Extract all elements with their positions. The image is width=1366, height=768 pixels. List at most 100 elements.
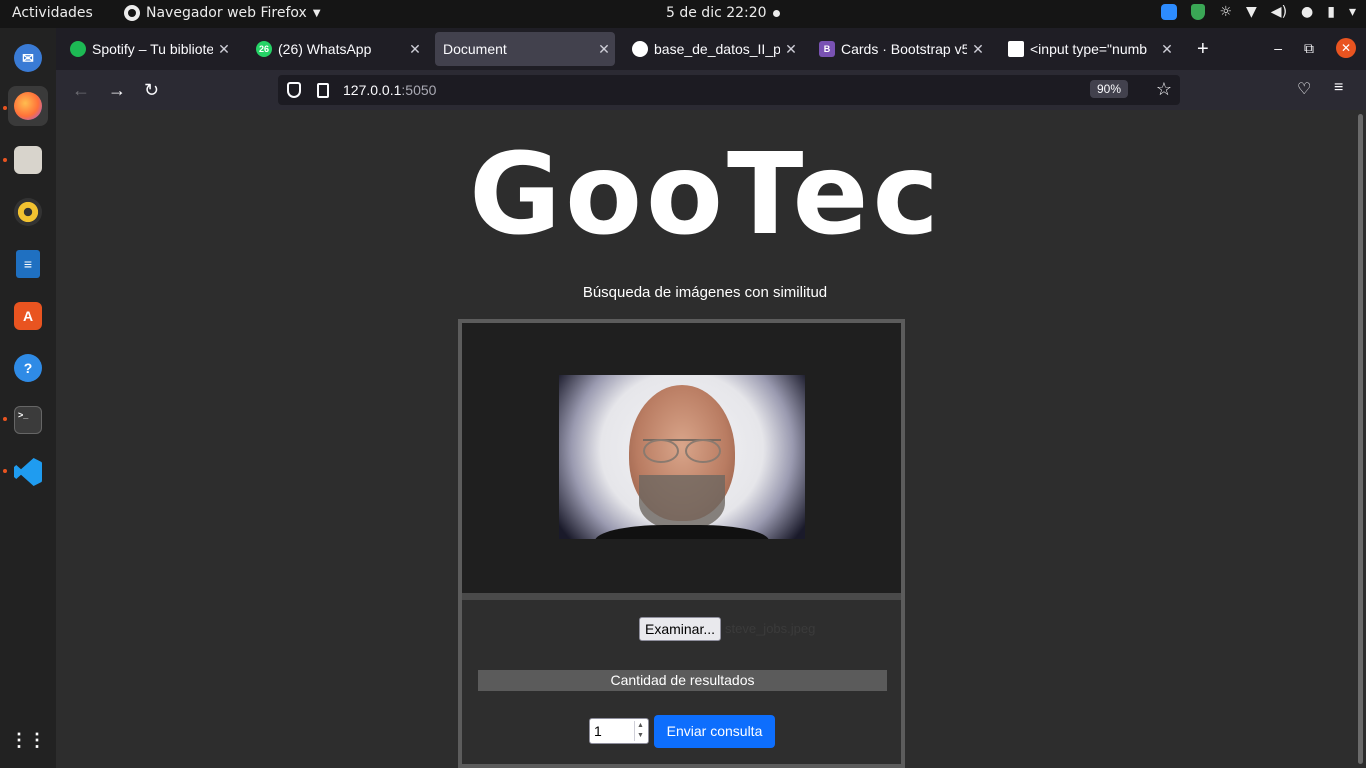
firefox-window: Spotify – Tu bibliote ✕ 26 (26) WhatsApp…: [56, 28, 1366, 768]
navigation-bar: ← → ↻ 127.0.0.1:5050 90% ☆ ♡ ≡: [56, 70, 1366, 110]
zoom-app-icon[interactable]: [1161, 4, 1178, 20]
results-count-label: Cantidad de resultados: [478, 670, 887, 691]
close-tab-icon[interactable]: ✕: [967, 41, 989, 58]
tab-bar: Spotify – Tu bibliote ✕ 26 (26) WhatsApp…: [56, 28, 1366, 70]
tab-whatsapp[interactable]: 26 (26) WhatsApp ✕: [246, 32, 426, 66]
running-indicator-icon: [3, 469, 7, 473]
ubuntu-dock: ✉ ≡ A ? >_ ⋮⋮: [0, 28, 56, 768]
tab-title: <input type="numb: [1030, 41, 1148, 57]
url-host: 127.0.0.1: [343, 82, 402, 98]
page-subtitle: Búsqueda de imágenes con similitud: [582, 284, 828, 301]
close-tab-icon[interactable]: ✕: [780, 41, 802, 58]
spotify-icon: [70, 41, 86, 57]
tab-title: Document: [443, 41, 507, 57]
app-menu-label: Navegador web Firefox: [146, 5, 307, 21]
hamburger-menu-icon[interactable]: ≡: [1334, 79, 1343, 97]
whatsapp-icon: 26: [256, 41, 272, 57]
gootec-logo: GooTec: [469, 130, 943, 260]
system-menu-chevron-icon[interactable]: ▾: [1349, 4, 1356, 20]
tab-spotify[interactable]: Spotify – Tu bibliote ✕: [60, 32, 235, 66]
running-indicator-icon: [3, 106, 7, 110]
volume-icon[interactable]: ◀): [1271, 4, 1287, 20]
portrait-beard: [639, 475, 725, 531]
image-preview-area: [462, 323, 901, 593]
reload-icon[interactable]: ↻: [144, 80, 159, 101]
maximize-icon[interactable]: ⧉: [1304, 40, 1314, 57]
uploaded-image-preview: [559, 375, 805, 539]
url-port: :5050: [401, 82, 437, 98]
dock-writer[interactable]: ≡: [8, 244, 48, 284]
results-quantity-input[interactable]: 1 ▲ ▼: [589, 718, 649, 744]
minimize-icon[interactable]: –: [1274, 40, 1282, 56]
bookmark-star-icon[interactable]: ☆: [1156, 79, 1172, 100]
rhythmbox-icon: [14, 198, 42, 226]
app-grid-icon: ⋮⋮: [10, 729, 46, 750]
page-info-icon[interactable]: [317, 82, 329, 98]
vscode-icon: [14, 458, 42, 486]
thunderbird-icon: ✉: [14, 44, 42, 72]
tab-title: (26) WhatsApp: [278, 41, 372, 57]
clock[interactable]: 5 de dic 22:20: [666, 5, 767, 21]
portrait-shirt: [595, 525, 769, 539]
portrait-glasses: [643, 439, 721, 463]
dock-firefox[interactable]: [8, 86, 48, 126]
url-text[interactable]: 127.0.0.1:5050: [343, 82, 436, 98]
github-icon: [632, 41, 648, 57]
dock-terminal[interactable]: >_: [8, 400, 48, 440]
page-content: GooTec Búsqueda de imágenes con similitu…: [56, 110, 1356, 768]
bootstrap-icon: B: [819, 41, 835, 57]
dock-files[interactable]: [8, 140, 48, 180]
system-tray[interactable]: ☼ ▼ ◀) ● ▮ ▾: [1161, 4, 1356, 20]
close-window-icon[interactable]: ✕: [1336, 38, 1356, 58]
firefox-icon: [124, 5, 140, 21]
file-input[interactable]: Examinar... steve_jobs.jpeg: [462, 617, 901, 643]
brightness-icon[interactable]: ☼: [1219, 4, 1232, 20]
dock-help[interactable]: ?: [8, 348, 48, 388]
tab-github[interactable]: base_de_datos_II_p ✕: [622, 32, 802, 66]
security-shield-icon[interactable]: [1191, 4, 1206, 20]
wifi-icon[interactable]: ▼: [1246, 4, 1257, 20]
tracking-protection-icon[interactable]: [287, 82, 301, 98]
card-divider: [462, 593, 901, 600]
firefox-icon: [14, 92, 42, 120]
dock-vscode[interactable]: [8, 452, 48, 492]
tab-mdn[interactable]: <input type="numb ✕: [998, 32, 1178, 66]
page-scrollbar[interactable]: [1356, 110, 1366, 768]
zoom-indicator[interactable]: 90%: [1089, 80, 1128, 98]
running-indicator-icon: [3, 158, 7, 162]
back-arrow-icon[interactable]: ←: [72, 80, 90, 101]
submit-query-button[interactable]: Enviar consulta: [654, 715, 775, 748]
tab-bootstrap[interactable]: B Cards · Bootstrap v5 ✕: [809, 32, 989, 66]
microphone-icon[interactable]: ●: [1301, 4, 1313, 20]
close-tab-icon[interactable]: ✕: [1156, 41, 1178, 58]
quantity-value: 1: [594, 723, 602, 739]
terminal-icon: >_: [14, 406, 42, 434]
close-tab-icon[interactable]: ✕: [213, 41, 235, 58]
dock-app-grid[interactable]: ⋮⋮: [8, 720, 48, 760]
window-controls: – ⧉ ✕: [1274, 38, 1356, 58]
close-tab-icon[interactable]: ✕: [404, 41, 426, 58]
selected-file-name: steve_jobs.jpeg: [725, 621, 816, 636]
number-spinner-icon[interactable]: ▲ ▼: [634, 721, 646, 741]
activities-button[interactable]: Actividades: [12, 5, 93, 21]
scrollbar-thumb[interactable]: [1358, 114, 1363, 764]
pocket-icon[interactable]: ♡: [1297, 79, 1311, 99]
app-menu[interactable]: Navegador web Firefox ▼: [124, 5, 321, 21]
tab-title: base_de_datos_II_p: [654, 41, 780, 57]
help-icon: ?: [14, 354, 42, 382]
dock-rhythmbox[interactable]: [8, 192, 48, 232]
new-tab-button[interactable]: +: [1197, 38, 1209, 61]
chevron-down-icon: ▼: [312, 7, 321, 19]
url-bar[interactable]: 127.0.0.1:5050 90% ☆: [278, 75, 1180, 105]
dock-thunderbird[interactable]: ✉: [8, 38, 48, 78]
tab-title: Spotify – Tu bibliote: [92, 41, 213, 57]
browse-button[interactable]: Examinar...: [639, 617, 721, 641]
tab-title: Cards · Bootstrap v5: [841, 41, 967, 57]
close-tab-icon[interactable]: ✕: [593, 41, 615, 58]
battery-icon[interactable]: ▮: [1327, 4, 1335, 20]
forward-arrow-icon[interactable]: →: [108, 80, 126, 101]
tab-document[interactable]: Document ✕: [435, 32, 615, 66]
dock-software[interactable]: A: [8, 296, 48, 336]
software-center-icon: A: [14, 302, 42, 330]
submit-row: 1 ▲ ▼ Enviar consulta: [462, 715, 901, 749]
